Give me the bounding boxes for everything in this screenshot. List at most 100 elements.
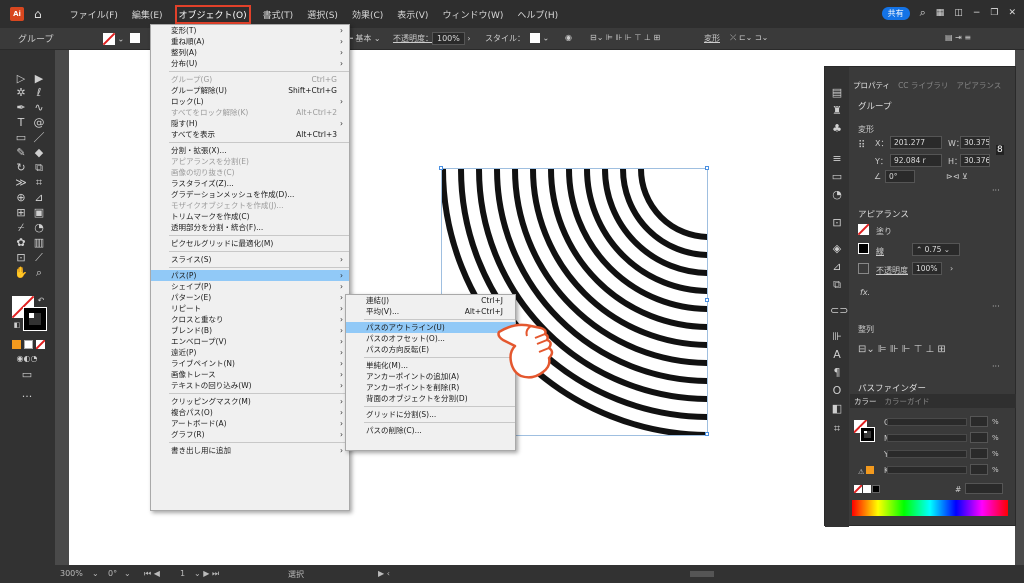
object-menu-item[interactable]: 分布(U) › [151,58,349,69]
scale-tool-icon[interactable]: ⧉ [32,161,46,175]
libraries-icon[interactable]: ♜ [830,104,844,118]
object-menu-item[interactable]: ピクセルグリッドに最適化(M) [151,238,349,249]
artboard-tool-icon[interactable]: ⊡ [14,251,28,265]
object-menu-item[interactable]: すべてを表示 Alt+Ctrl+3 [151,129,349,140]
m-field[interactable] [970,432,988,443]
screen-mode-icon[interactable]: ▭ [20,368,34,382]
k-field[interactable] [970,464,988,475]
path-menu-item[interactable]: パスの方向反転(E) [346,344,515,355]
object-menu-item[interactable]: ブレンド(B) › [151,325,349,336]
recolor-icon[interactable]: ◉ [565,33,572,42]
align-panel-icon[interactable]: ⊪ [830,330,844,344]
menu-window[interactable]: ウィンドウ(W) [440,7,505,22]
selection-handle[interactable] [705,432,709,436]
color-panel-icon[interactable]: ⌗ [830,422,844,436]
object-menu-item[interactable]: ラスタライズ(Z)... [151,178,349,189]
status-arrow-icons[interactable]: ▶ ‹ [378,569,390,578]
eyedropper-tool-icon[interactable]: ⌿ [14,221,28,235]
opacity-field[interactable]: 100% › [432,32,471,45]
opacity-panel-label[interactable]: 不透明度 [876,265,908,276]
path-menu-item[interactable]: パスのオフセット(O)... [346,333,515,344]
more-options-icon[interactable]: ··· [992,186,1000,195]
none-white-black-swatches[interactable] [854,485,880,493]
mesh-tool-icon[interactable]: ⊞ [14,206,28,220]
stroke-label[interactable]: 線 [876,246,884,257]
h-field[interactable]: 30.376 r [960,154,990,167]
gradient-tool-icon[interactable]: ▣ [32,206,46,220]
style-swatch[interactable]: ⌄ [530,33,549,43]
properties-icon[interactable]: ▤ [830,86,844,100]
color-mode-buttons[interactable] [12,340,45,349]
shape-builder-tool-icon[interactable]: ⊕ [14,191,28,205]
align-buttons[interactable]: ⊟⌄ ⊫ ⊪ ⊩ ⊤ ⊥ ⊞ [858,344,946,355]
artboard-next-icons[interactable]: ⌄ ▶ ⏭ [194,569,219,579]
share-button[interactable]: 共有 [881,6,910,20]
tab-color-guide[interactable]: カラーガイド [885,396,930,407]
out-of-gamut-icon[interactable]: ⚠ [858,466,875,476]
draw-mode-icons[interactable]: ◉◐◔ [12,352,42,366]
tab-cc-libraries[interactable]: CC ライブラリ [898,80,948,91]
object-menu-item[interactable]: グラフ(R) › [151,429,349,440]
home-icon[interactable]: ⌂ [34,7,42,21]
x-field[interactable]: 201.277 [890,136,942,149]
object-menu-item[interactable]: 画像トレース › [151,369,349,380]
selection-handle[interactable] [705,166,709,170]
eraser-tool-icon[interactable]: ◆ [32,146,46,160]
tab-properties[interactable]: プロパティ [853,80,890,91]
swap-colors-icon[interactable]: ↶ [34,294,48,308]
zoom-level[interactable]: 300% [60,569,83,578]
rotate-tool-icon[interactable]: ↻ [14,161,28,175]
rotation-dropdown-icon[interactable]: ⌄ [124,569,131,578]
object-menu-item[interactable]: モザイクオブジェクトを作成(J)... [151,200,349,211]
y-color-field[interactable] [970,448,988,459]
appearance-fill-swatch[interactable] [858,224,869,235]
stroke-panel-icon[interactable]: ≡ [830,152,844,166]
zoom-dropdown-icon[interactable]: ⌄ [92,569,99,578]
align-more-icon[interactable]: ··· [992,362,1000,371]
object-menu-item[interactable]: クロスと重なり › [151,314,349,325]
c-field[interactable] [970,416,988,427]
appearance-more-icon[interactable]: ··· [992,302,1000,311]
selection-handle[interactable] [705,298,709,302]
object-menu-item[interactable]: 変形(T) › [151,25,349,36]
rectangle-tool-icon[interactable]: ▭ [14,131,28,145]
object-menu-item[interactable]: リピート › [151,303,349,314]
selection-handle[interactable] [439,166,443,170]
transform-label[interactable]: 変形 [704,33,720,44]
free-transform-tool-icon[interactable]: ⌗ [32,176,46,190]
k-slider[interactable] [887,466,967,474]
layers-icon[interactable]: ◈ [830,242,844,256]
hex-field[interactable] [965,483,1003,494]
artboard-prev-icons[interactable]: ⏮ ◀ [144,569,160,579]
y-field[interactable]: 92.084 r [890,154,942,167]
magic-wand-tool-icon[interactable]: ✲ [14,86,28,100]
flip-icons[interactable]: ⊳⊲ ⊻ [946,172,968,181]
stroke-style-dropdown[interactable]: ━ 基本 ⌄ [348,33,381,44]
rotation-value[interactable]: 0° [108,569,117,578]
object-menu-item[interactable]: アピアランスを分割(E) [151,156,349,167]
opacity-arrow-icon[interactable]: › [950,264,953,273]
blend-tool-icon[interactable]: ◔ [32,221,46,235]
object-menu-item[interactable]: 隠す(H) › [151,118,349,129]
object-menu-item[interactable]: 透明部分を分割・統合(F)... [151,222,349,233]
shaper-tool-icon[interactable]: ✎ [14,146,28,160]
object-menu-item[interactable]: クリッピングマスク(M) › [151,396,349,407]
glyphs-icon[interactable]: ⊂⊃ [830,304,848,318]
path-menu-item[interactable]: アンカーポイントを削除(R) [346,382,515,393]
type-tool-icon[interactable]: T [14,116,28,130]
menu-help[interactable]: ヘルプ(H) [515,7,560,22]
menu-type[interactable]: 書式(T) [261,7,296,22]
appearance-stroke-swatch[interactable] [858,243,869,254]
tab-color[interactable]: カラー [854,396,877,407]
object-menu-item[interactable]: ロック(L) › [151,96,349,107]
menu-effect[interactable]: 効果(C) [350,7,385,22]
workspace-icon[interactable]: ▦ [936,8,945,18]
w-field[interactable]: 30.375 r [960,136,990,149]
y-slider[interactable] [887,450,967,458]
object-menu-item[interactable]: 分割・拡張(X)... [151,145,349,156]
object-menu-item[interactable]: 書き出し用に追加 › [151,445,349,456]
fill-swatch[interactable]: ⌄ [103,33,124,45]
minimize-icon[interactable]: − [973,8,981,18]
path-menu-item[interactable]: 連結(J) Ctrl+J [346,295,515,306]
object-menu-item[interactable]: スライス(S) › [151,254,349,265]
